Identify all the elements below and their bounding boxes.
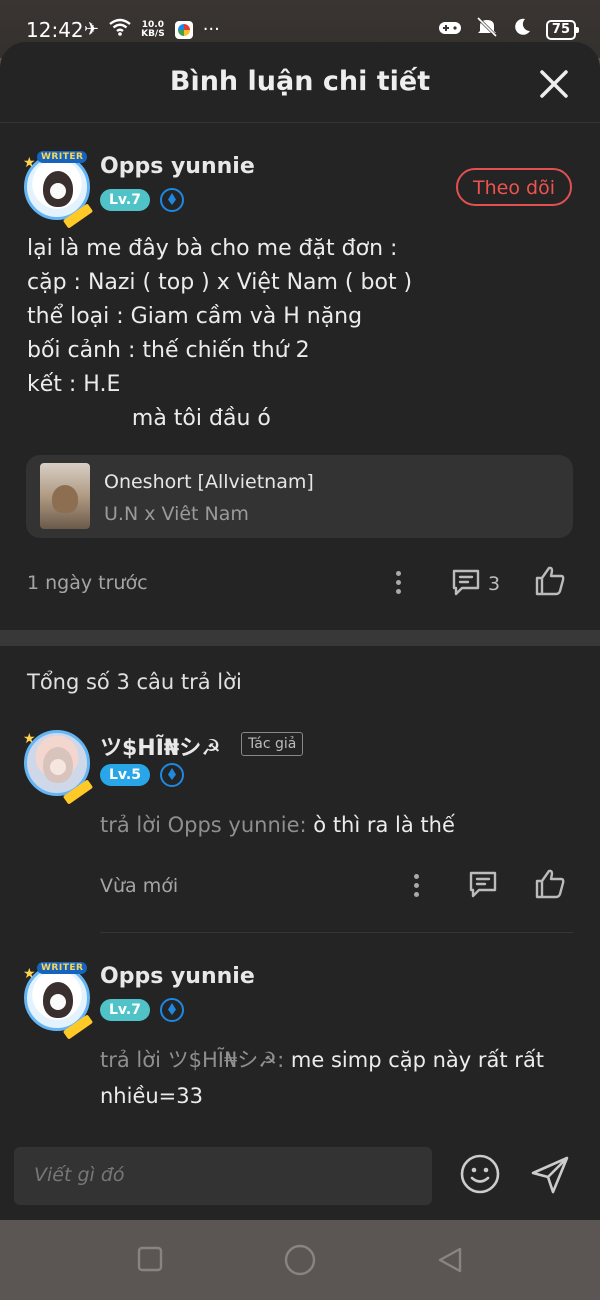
reply-body-line2: nhiều=33 <box>100 1084 204 1108</box>
more-icon: ··· <box>202 19 220 40</box>
level-badge: Lv.7 <box>100 189 150 211</box>
level-badge: Lv.7 <box>100 999 150 1021</box>
more-dots-icon[interactable] <box>395 571 401 597</box>
comment-time: 1 ngày trước <box>27 572 148 594</box>
reply-time: Vừa mới <box>100 875 179 897</box>
reply-body: me simp cặp này rất rất <box>290 1048 545 1072</box>
moon-icon <box>512 17 532 42</box>
story-card[interactable]: Oneshort [Allvietnam] U.N x Viêt Nam <box>26 455 573 538</box>
composer-bar: Viết gì đó <box>0 1127 600 1220</box>
star-icon: ★ <box>23 731 36 747</box>
avatar-face <box>43 982 73 1018</box>
gem-icon <box>160 763 184 787</box>
author-tag: Tác giả <box>241 732 304 756</box>
reply-prefix[interactable]: trả lời Opps yunnie: <box>100 813 307 837</box>
more-dots-icon[interactable] <box>413 874 419 900</box>
emoji-icon[interactable] <box>459 1153 501 1195</box>
pencil-icon <box>62 779 94 805</box>
reply-text: trả lời ツ$HĨ₦シ☭: me simp cặp này rất rất… <box>100 1042 544 1114</box>
comment-username[interactable]: Opps yunnie <box>100 154 255 179</box>
avatar-face <box>43 171 73 207</box>
gem-icon <box>160 998 184 1022</box>
avatar-face <box>43 747 73 783</box>
gem-icon <box>160 188 184 212</box>
pencil-icon <box>62 203 94 229</box>
writer-badge-icon: WRITER <box>37 962 88 974</box>
reply-username[interactable]: ツ$HĨ₦シ☭ <box>100 730 221 762</box>
status-time: 12:42 <box>26 18 84 42</box>
star-icon: ★ <box>23 966 36 982</box>
avatar[interactable]: ★ WRITER <box>23 151 94 229</box>
close-icon[interactable] <box>538 68 570 100</box>
app-icon <box>174 20 193 39</box>
comment-input-placeholder: Viết gì đó <box>34 1164 125 1186</box>
comment-icon[interactable] <box>467 868 499 900</box>
game-icon <box>438 18 462 42</box>
reply-text: trả lời Opps yunnie: ò thì ra là thế <box>100 807 455 843</box>
battery-icon: 75 <box>545 19 580 40</box>
airplane-icon: ✈ <box>84 19 100 40</box>
net-speed: 10.0 KB/S <box>141 20 165 39</box>
page-title: Bình luận chi tiết <box>169 66 431 97</box>
story-subtitle: U.N x Viêt Nam <box>104 503 249 525</box>
reply-count: 3 <box>488 573 501 595</box>
reply-prefix[interactable]: trả lời ツ$HĨ₦シ☭: <box>100 1048 284 1072</box>
mute-icon <box>476 16 498 42</box>
story-title: Oneshort [Allvietnam] <box>104 471 314 493</box>
avatar[interactable]: ★ <box>23 730 94 805</box>
total-replies-label: Tổng số 3 câu trả lời <box>27 670 242 694</box>
star-icon: ★ <box>23 155 36 171</box>
system-nav-bar <box>0 1220 600 1300</box>
nav-recent-icon[interactable] <box>137 1246 163 1272</box>
comment-detail-sheet: Bình luận chi tiết ★ WRITER Opps yunnie … <box>0 42 600 1220</box>
comment-text: lại là me đây bà cho me đặt đơn : cặp : … <box>27 236 413 431</box>
nav-back-icon[interactable] <box>436 1246 464 1274</box>
like-icon[interactable] <box>533 564 567 598</box>
section-separator <box>0 630 600 646</box>
like-icon[interactable] <box>533 867 567 901</box>
follow-button[interactable]: Theo dõi <box>456 168 572 206</box>
comment-input[interactable]: Viết gì đó <box>14 1147 432 1205</box>
story-thumbnail <box>40 463 90 529</box>
reply-username[interactable]: Opps yunnie <box>100 964 255 989</box>
level-badge: Lv.5 <box>100 764 150 786</box>
comment-icon[interactable] <box>450 566 482 598</box>
reply-body: ò thì ra là thế <box>313 813 455 837</box>
wifi-icon <box>109 18 131 41</box>
pencil-icon <box>62 1014 94 1040</box>
net-speed-unit: KB/S <box>141 28 165 39</box>
avatar[interactable]: ★ WRITER <box>23 962 94 1040</box>
nav-home-icon[interactable] <box>284 1244 316 1276</box>
sheet-header: Bình luận chi tiết <box>0 42 600 123</box>
send-icon[interactable] <box>529 1154 571 1196</box>
writer-badge-icon: WRITER <box>37 151 88 163</box>
reply-divider <box>100 932 573 933</box>
